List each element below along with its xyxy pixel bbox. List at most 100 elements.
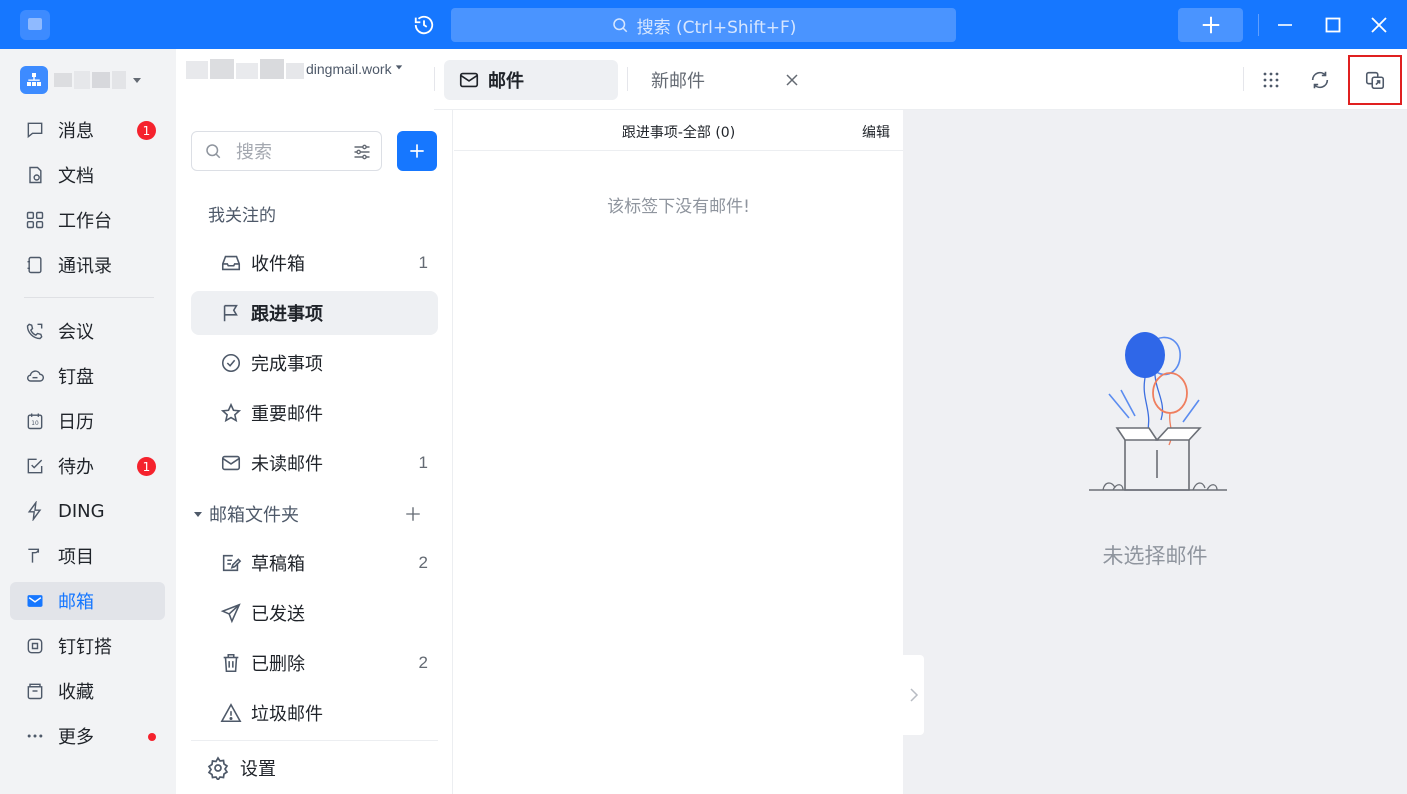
settings-label: 设置 (240, 759, 276, 780)
nav-item-ding[interactable]: DING (10, 492, 165, 530)
nav-label: 日历 (58, 412, 94, 433)
create-button[interactable] (1178, 8, 1243, 42)
caret-down-icon (133, 78, 141, 83)
folder-label: 草稿箱 (251, 554, 305, 575)
account-name-redacted (186, 55, 306, 95)
popout-icon (1365, 71, 1385, 90)
nav-label: 钉钉搭 (58, 637, 112, 658)
search-icon (206, 144, 221, 159)
nav-item-workbench[interactable]: 工作台 (10, 201, 165, 239)
folder-follow-up[interactable]: 跟进事项 (191, 291, 438, 335)
plus-icon (410, 144, 424, 158)
folder-label: 收件箱 (251, 254, 305, 275)
warning-icon (219, 701, 243, 725)
edit-button[interactable]: 编辑 (862, 122, 890, 142)
global-search-bar[interactable]: 搜索 (Ctrl+Shift+F) (451, 8, 956, 42)
folder-inbox[interactable]: 收件箱 1 (191, 241, 438, 285)
nav-item-contacts[interactable]: 通讯录 (10, 246, 165, 284)
add-folder-icon[interactable] (404, 505, 422, 523)
close-window-button[interactable] (1364, 10, 1394, 40)
apps-grid-button[interactable] (1257, 66, 1285, 94)
todo-icon (24, 455, 46, 477)
tab-bar: 邮件 新邮件 (434, 49, 1407, 110)
folder-count: 2 (418, 553, 428, 572)
nav-item-meetings[interactable]: 会议 (10, 312, 165, 350)
mailbox-folders-section[interactable]: 邮箱文件夹 (191, 499, 438, 529)
history-icon[interactable] (410, 12, 438, 38)
nav-label: 工作台 (58, 211, 112, 232)
check-circle-icon (219, 351, 243, 375)
tab-close-button[interactable] (780, 68, 804, 92)
org-name-redacted-2 (74, 71, 90, 89)
org-name-redacted-3 (92, 72, 110, 88)
contacts-icon (24, 254, 46, 276)
nav-item-projects[interactable]: 项目 (10, 537, 165, 575)
section-label: 邮箱文件夹 (209, 505, 299, 526)
ding-icon (24, 500, 46, 522)
nav-label: DING (58, 500, 105, 522)
maximize-button[interactable] (1318, 10, 1348, 40)
nav-item-docs[interactable]: 文档 (10, 156, 165, 194)
account-email[interactable]: dingmail.work (306, 61, 403, 77)
nav-item-favorites[interactable]: 收藏 (10, 672, 165, 710)
calendar-icon: 10 (24, 410, 46, 432)
nav-item-more[interactable]: 更多 (10, 717, 165, 755)
folder-done[interactable]: 完成事项 (191, 341, 438, 385)
close-icon (786, 74, 798, 86)
nav-label: 通讯录 (58, 256, 112, 277)
message-icon (24, 119, 46, 141)
expand-pane-handle[interactable] (903, 655, 924, 735)
close-icon (1371, 17, 1387, 33)
envelope-icon (219, 451, 243, 475)
mail-list-header: 跟进事项-全部 (0) 编辑 (454, 110, 903, 151)
folder-search-input[interactable]: 搜索 (191, 131, 382, 171)
svg-text:10: 10 (31, 421, 39, 427)
refresh-button[interactable] (1306, 66, 1334, 94)
settings-button[interactable]: 设置 (206, 752, 276, 784)
tab-mail[interactable]: 邮件 (444, 60, 618, 100)
nav-item-calendar[interactable]: 10 日历 (10, 402, 165, 440)
followed-heading: 我关注的 (208, 206, 276, 226)
folder-unread[interactable]: 未读邮件 1 (191, 441, 438, 485)
maximize-icon (1325, 17, 1341, 33)
envelope-icon (459, 72, 479, 88)
minimize-button[interactable] (1270, 10, 1300, 40)
nav-item-mail[interactable]: 邮箱 (10, 582, 165, 620)
mail-icon (24, 590, 46, 612)
flag-icon (219, 301, 243, 325)
filter-icon[interactable] (352, 142, 372, 162)
nav-label: 更多 (58, 727, 94, 748)
builder-icon (24, 635, 46, 657)
unread-badge: 1 (137, 121, 156, 140)
folder-deleted[interactable]: 已删除 2 (191, 641, 438, 685)
tab-new-mail-label: 新邮件 (651, 71, 705, 92)
nav-item-drive[interactable]: 钉盘 (10, 357, 165, 395)
draft-icon (219, 551, 243, 575)
org-name-redacted-4 (112, 71, 126, 89)
apps-grid-icon (1263, 72, 1279, 88)
project-icon (24, 545, 46, 567)
org-switcher[interactable] (20, 65, 142, 95)
trash-icon (219, 651, 243, 675)
send-icon (219, 601, 243, 625)
compose-button[interactable] (397, 131, 437, 171)
nav-label: 待办 (58, 457, 94, 478)
star-icon (219, 401, 243, 425)
inbox-icon (219, 251, 243, 275)
nav-item-messages[interactable]: 消息 1 (10, 111, 165, 149)
folder-important[interactable]: 重要邮件 (191, 391, 438, 435)
folder-drafts[interactable]: 草稿箱 2 (191, 541, 438, 585)
popout-window-button[interactable] (1348, 55, 1402, 105)
org-icon (20, 66, 48, 94)
notification-dot (148, 733, 156, 741)
nav-item-todo[interactable]: 待办 1 (10, 447, 165, 485)
folder-label: 完成事项 (251, 354, 323, 375)
folder-spam[interactable]: 垃圾邮件 (191, 691, 438, 735)
nav-label: 收藏 (58, 682, 94, 703)
folder-count: 1 (418, 453, 428, 472)
folder-search-placeholder: 搜索 (236, 142, 272, 163)
mail-list-panel: 跟进事项-全部 (0) 编辑 该标签下没有邮件! (454, 110, 903, 794)
reading-pane: 未选择邮件 (903, 110, 1407, 794)
nav-item-builder[interactable]: 钉钉搭 (10, 627, 165, 665)
folder-sent[interactable]: 已发送 (191, 591, 438, 635)
